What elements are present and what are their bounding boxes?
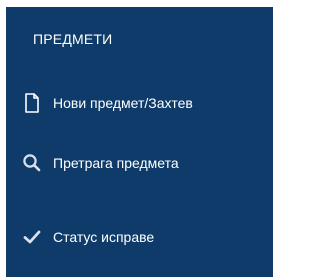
menu-item-document-status[interactable]: Статус исправе [21,221,154,253]
subjects-menu-panel: ПРЕДМЕТИ Нови предмет/Захтев Претрага пр… [6,7,273,277]
document-icon [21,92,43,114]
menu-item-label: Нови предмет/Захтев [53,95,193,111]
search-icon [21,152,43,174]
menu-item-search-subjects[interactable]: Претрага предмета [21,147,179,179]
menu-item-label: Претрага предмета [53,155,179,171]
section-title: ПРЕДМЕТИ [33,31,113,47]
checkmark-icon [21,226,43,248]
menu-item-new-subject-request[interactable]: Нови предмет/Захтев [21,87,193,119]
menu-item-label: Статус исправе [53,229,155,245]
